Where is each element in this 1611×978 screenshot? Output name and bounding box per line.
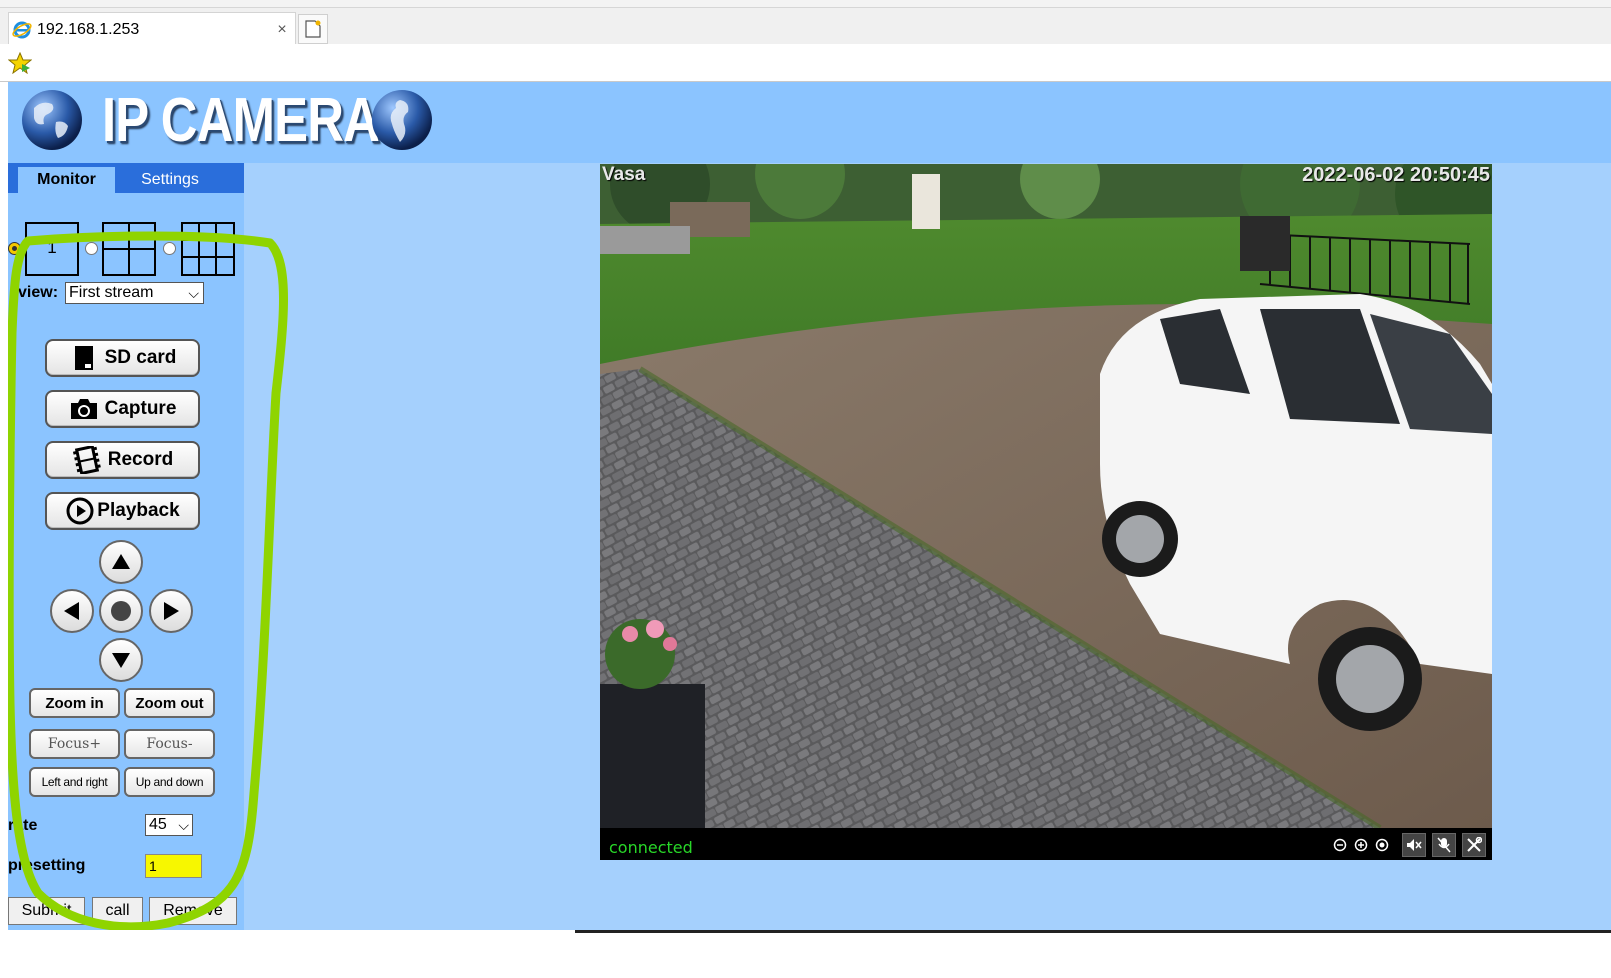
capture-button[interactable]: Capture	[45, 390, 200, 428]
ptz-up-button[interactable]	[99, 540, 143, 584]
capture-label: Capture	[104, 398, 177, 419]
new-tab-icon	[305, 20, 321, 38]
video-stream[interactable]: Vasa 2022-06-02 20:50:45 connected	[600, 164, 1492, 860]
camera-icon	[69, 395, 99, 423]
sd-card-icon	[69, 344, 99, 372]
rate-label: rate	[8, 817, 38, 834]
layout-single-label: 1	[47, 238, 57, 257]
focus-plus-button[interactable]: Focus+	[29, 729, 120, 759]
layout-single-radio[interactable]	[8, 242, 21, 255]
view-label: view:	[18, 284, 59, 301]
zoom-out-button[interactable]: Zoom out	[124, 688, 215, 718]
camera-name-overlay: Vasa	[602, 164, 646, 185]
sd-card-label: SD card	[104, 347, 177, 368]
arrow-down-icon	[112, 653, 130, 668]
connection-status: connected	[609, 838, 693, 857]
video-status-bar: connected	[600, 828, 1492, 860]
layout-nine-radio[interactable]	[163, 242, 176, 255]
internet-explorer-icon	[12, 21, 32, 38]
favorites-bar	[0, 44, 1611, 82]
camera-feed-image	[600, 164, 1492, 828]
record-button[interactable]: Record	[45, 441, 200, 479]
browser-address-bar-edge	[0, 0, 1611, 8]
rate-select[interactable]: 45 ⌵	[145, 814, 193, 836]
microphone-off-icon[interactable]	[1432, 833, 1456, 857]
taskbar-edge	[0, 930, 1611, 958]
tab-monitor[interactable]: Monitor	[18, 167, 115, 193]
layout-quad-radio[interactable]	[85, 242, 98, 255]
arrow-up-icon	[112, 554, 130, 569]
header-banner: IP CAMERA	[8, 82, 1611, 163]
submit-button[interactable]: Submit	[8, 897, 85, 925]
timestamp-overlay: 2022-06-02 20:50:45	[1302, 164, 1490, 186]
chevron-down-icon: ⌵	[178, 817, 189, 833]
zoom-in-button[interactable]: Zoom in	[29, 688, 120, 718]
globe-icon	[22, 90, 82, 150]
layout-quad-view[interactable]	[102, 222, 156, 276]
pan-left-right-button[interactable]: Left and right	[29, 767, 120, 797]
ptz-home-button[interactable]	[99, 589, 143, 633]
mute-speaker-icon[interactable]	[1402, 833, 1426, 857]
sd-card-button[interactable]: SD card	[45, 339, 200, 377]
remove-button[interactable]: Remove	[149, 897, 237, 925]
presetting-label: presetting	[8, 857, 86, 874]
play-circle-icon	[65, 497, 95, 525]
arrow-left-icon	[64, 602, 79, 620]
tilt-up-down-button[interactable]: Up and down	[124, 767, 215, 797]
tab-title: 192.168.1.253	[37, 20, 140, 38]
focus-minus-button[interactable]: Focus-	[124, 729, 215, 759]
layout-nine-view[interactable]	[181, 222, 235, 276]
new-tab-button[interactable]	[298, 14, 328, 44]
rate-value: 45	[149, 816, 167, 833]
ptz-down-button[interactable]	[99, 638, 143, 682]
presetting-input[interactable]: 1	[145, 854, 202, 878]
ptz-left-button[interactable]	[50, 589, 94, 633]
tools-settings-icon[interactable]	[1462, 833, 1486, 857]
camera-page: IP CAMERA Monitor Settings 1 view: First…	[8, 82, 1611, 932]
close-tab-icon[interactable]: ×	[273, 21, 291, 39]
stream-select[interactable]: First stream ⌵	[65, 282, 204, 304]
browser-tab[interactable]: 192.168.1.253 ×	[8, 12, 296, 46]
zoom-in-video-icon[interactable]	[1351, 835, 1371, 855]
playback-button[interactable]: Playback	[45, 492, 200, 530]
stream-select-value: First stream	[69, 284, 154, 301]
record-dot-icon[interactable]	[1372, 835, 1392, 855]
favorites-star-icon[interactable]	[8, 52, 32, 74]
zoom-out-video-icon[interactable]	[1330, 835, 1350, 855]
browser-tabstrip: 192.168.1.253 ×	[0, 8, 1611, 46]
layout-single-view[interactable]: 1	[25, 222, 79, 276]
panel-tabs: Monitor Settings	[8, 163, 244, 193]
chevron-down-icon: ⌵	[188, 285, 199, 301]
film-icon	[72, 446, 102, 474]
stop-circle-icon	[111, 601, 131, 621]
globe-icon	[372, 90, 432, 150]
logo-title: IP CAMERA	[102, 86, 380, 155]
call-button[interactable]: call	[92, 897, 143, 925]
ptz-right-button[interactable]	[149, 589, 193, 633]
record-label: Record	[107, 449, 174, 470]
arrow-right-icon	[164, 602, 179, 620]
tab-settings[interactable]: Settings	[116, 167, 224, 193]
playback-label: Playback	[97, 500, 180, 521]
